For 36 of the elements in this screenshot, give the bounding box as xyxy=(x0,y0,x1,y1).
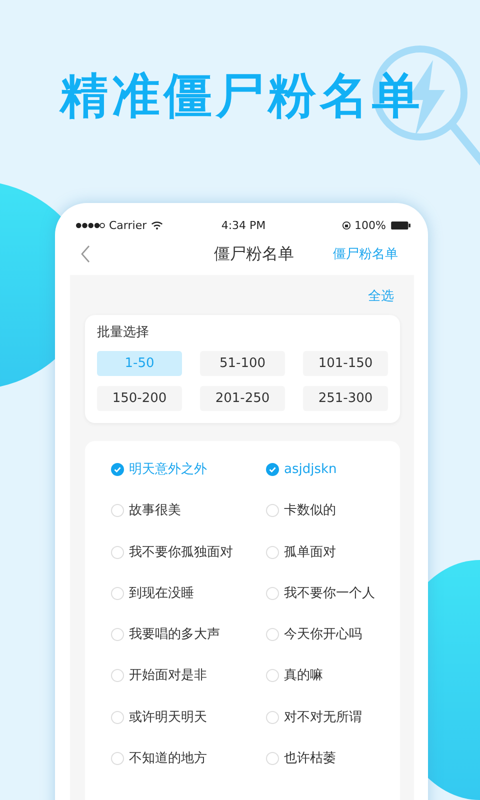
name-label: 我要唱的多大声 xyxy=(129,626,220,644)
name-label: 故事很美 xyxy=(129,502,181,520)
check-icon xyxy=(112,464,123,475)
back-icon[interactable] xyxy=(81,245,91,263)
checkbox[interactable] xyxy=(266,463,279,476)
range-button[interactable]: 251-300 xyxy=(303,386,388,411)
carrier-text: Carrier xyxy=(109,218,147,232)
battery-text: 100% xyxy=(354,218,386,232)
name-label: 今天你开心吗 xyxy=(284,626,362,644)
name-label: 也许枯萎 xyxy=(284,750,336,768)
range-button[interactable]: 51-100 xyxy=(200,351,285,376)
batch-title: 批量选择 xyxy=(97,324,150,341)
name-label: 明天意外之外 xyxy=(129,461,207,478)
name-label: 开始面对是非 xyxy=(129,667,207,684)
range-button[interactable]: 150-200 xyxy=(97,386,182,411)
battery-icon xyxy=(390,220,412,230)
name-label: asjdjskn xyxy=(284,461,337,478)
name-label: 我不要你孤独面对 xyxy=(129,544,233,561)
name-label: 对不对无所谓 xyxy=(284,708,362,726)
name-label: 卡数似的 xyxy=(284,502,336,520)
rotation-lock-icon xyxy=(342,220,351,230)
name-label: 到现在没睡 xyxy=(129,584,194,602)
name-label: 真的嘛 xyxy=(284,667,323,684)
checkbox[interactable] xyxy=(111,463,124,476)
status-time: 4:34 PM xyxy=(221,218,266,232)
range-button[interactable]: 101-150 xyxy=(303,351,388,376)
signal-icon xyxy=(75,222,105,228)
name-label: 或许明天明天 xyxy=(129,708,207,726)
wifi-icon xyxy=(150,220,163,230)
page-title: 僵尸粉名单 xyxy=(214,244,294,264)
headline: 精准僵尸粉名单 xyxy=(60,67,425,126)
name-label: 不知道的地方 xyxy=(129,750,207,768)
check-icon xyxy=(267,464,278,475)
range-button[interactable]: 201-250 xyxy=(200,386,285,411)
name-label: 我不要你一个人 xyxy=(284,584,375,602)
name-label: 孤单面对 xyxy=(284,544,336,561)
